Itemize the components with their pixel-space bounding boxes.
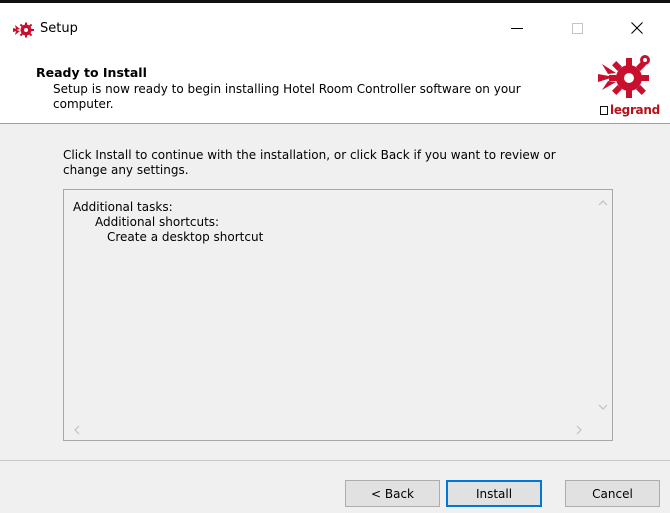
scroll-right-arrow-icon[interactable]	[572, 423, 586, 437]
close-button[interactable]	[614, 13, 660, 43]
install-button[interactable]: Install	[446, 480, 542, 507]
minimize-button[interactable]	[494, 13, 540, 43]
maximize-button[interactable]	[554, 13, 600, 43]
memo-line: Create a desktop shortcut	[107, 230, 264, 244]
close-icon	[631, 22, 643, 34]
memo-line: Additional shortcuts:	[95, 215, 220, 229]
page-subtitle: Setup is now ready to begin installing H…	[53, 82, 521, 111]
logo-label: legrand	[610, 103, 660, 117]
legrand-logo: legrand	[600, 103, 660, 117]
setup-app-icon	[13, 22, 34, 38]
memo-line: Additional tasks:	[73, 200, 173, 214]
cancel-button[interactable]: Cancel	[565, 480, 660, 507]
page-title: Ready to Install	[36, 65, 147, 80]
scroll-down-arrow-icon[interactable]	[596, 400, 610, 414]
minimize-icon	[511, 28, 523, 29]
instructions-text: Click Install to continue with the insta…	[63, 148, 556, 177]
scroll-left-arrow-icon[interactable]	[70, 423, 84, 437]
title-bar: Setup	[0, 0, 670, 44]
back-button[interactable]: < Back	[345, 480, 440, 507]
maximize-icon	[571, 22, 583, 34]
ready-memo-box[interactable]: Additional tasks: Additional shortcuts: …	[63, 189, 613, 441]
scroll-up-arrow-icon[interactable]	[596, 196, 610, 210]
window-title: Setup	[40, 21, 78, 36]
wizard-header: Ready to Install Setup is now ready to b…	[0, 44, 670, 123]
